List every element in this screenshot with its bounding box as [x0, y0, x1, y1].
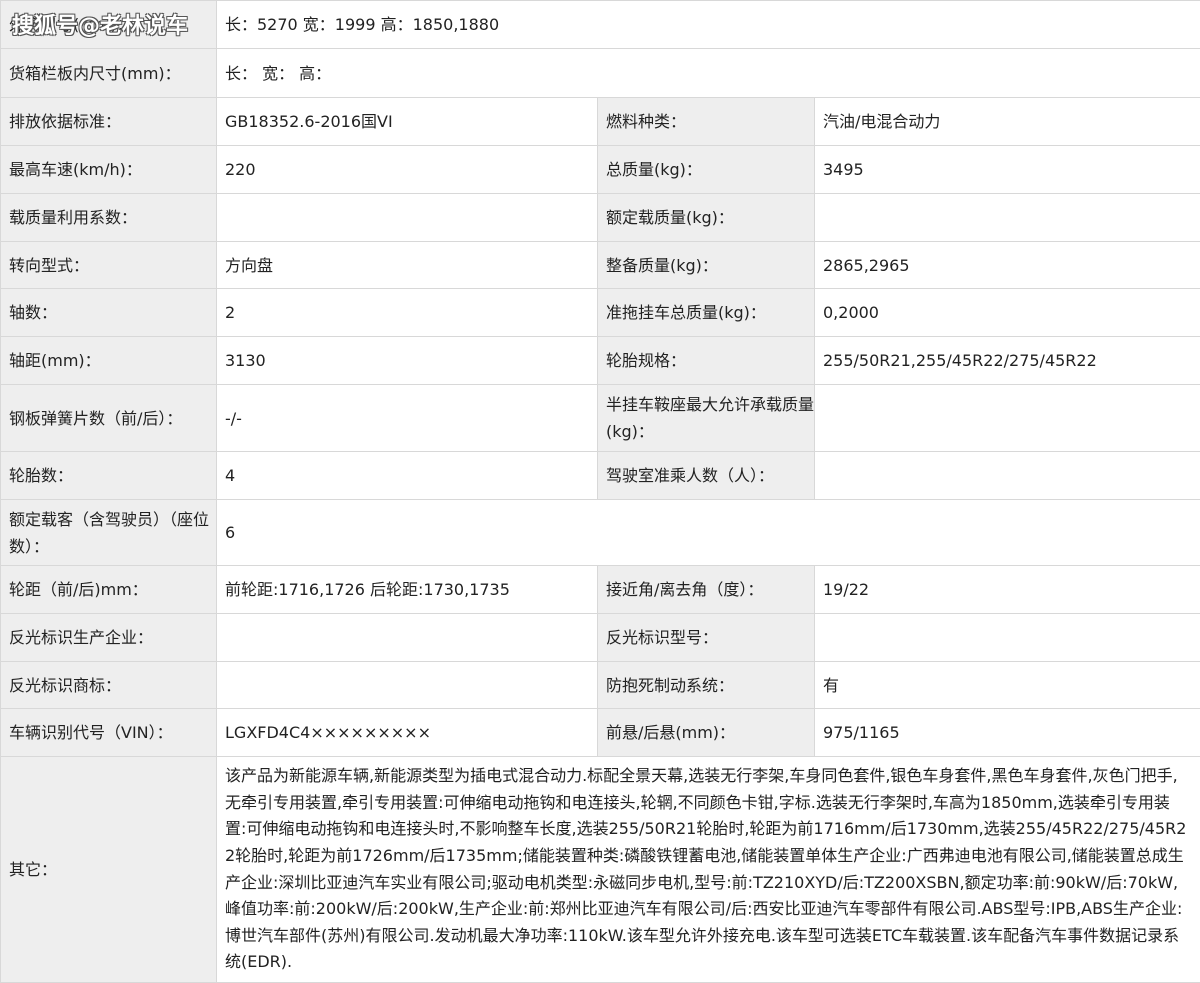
label-max-speed: 最高车速(km/h)： [1, 146, 217, 194]
value-reflect-model [815, 614, 1200, 662]
row-tires: 轮胎数： 4 驾驶室准乘人数（人）： [1, 452, 1200, 500]
value-vin: LGXFD4C4××××××××× [217, 709, 598, 757]
value-load-coef [217, 194, 598, 242]
value-emission: GB18352.6-2016国VI [217, 98, 598, 146]
value-springs: -/- [217, 385, 598, 452]
label-seats: 额定载客（含驾驶员）（座位数）： [1, 500, 217, 566]
label-reflect-brand: 反光标识商标： [1, 662, 217, 709]
value-overhang: 975/1165 [815, 709, 1200, 757]
row-reflect-brand: 反光标识商标： 防抱死制动系统： 有 [1, 662, 1200, 709]
row-speed: 最高车速(km/h)： 220 总质量(kg)： 3495 [1, 146, 1200, 194]
label-springs: 钢板弹簧片数（前/后）： [1, 385, 217, 452]
value-cargo-size: 长： 宽： 高： [217, 49, 1200, 98]
label-reflect-model: 反光标识型号： [598, 614, 815, 662]
row-load-coef: 载质量利用系数： 额定载质量(kg)： [1, 194, 1200, 242]
label-other: 其它： [1, 757, 217, 983]
row-seats: 额定载客（含驾驶员）（座位数）： 6 [1, 500, 1200, 566]
row-reflect-maker: 反光标识生产企业： 反光标识型号： [1, 614, 1200, 662]
row-cargo-size: 货箱栏板内尺寸(mm)： 长： 宽： 高： [1, 49, 1200, 98]
value-trailer-mass: 0,2000 [815, 289, 1200, 337]
value-seats: 6 [217, 500, 1200, 566]
label-angles: 接近角/离去角（度）： [598, 566, 815, 614]
value-saddle-load [815, 385, 1200, 452]
value-cab-capacity [815, 452, 1200, 500]
label-vin: 车辆识别代号（VIN）： [1, 709, 217, 757]
value-total-mass: 3495 [815, 146, 1200, 194]
value-tire-count: 4 [217, 452, 598, 500]
value-outer-size: 长：5270 宽：1999 高：1850,1880 [217, 1, 1200, 49]
row-springs: 钢板弹簧片数（前/后）： -/- 半挂车鞍座最大允许承载质量(kg)： [1, 385, 1200, 452]
value-reflect-brand [217, 662, 598, 709]
label-fuel-type: 燃料种类： [598, 98, 815, 146]
row-axles: 轴数： 2 准拖挂车总质量(kg)： 0,2000 [1, 289, 1200, 337]
value-fuel-type: 汽油/电混合动力 [815, 98, 1200, 146]
label-load-coef: 载质量利用系数： [1, 194, 217, 242]
label-axles: 轴数： [1, 289, 217, 337]
label-reflect-maker: 反光标识生产企业： [1, 614, 217, 662]
row-vin: 车辆识别代号（VIN）： LGXFD4C4××××××××× 前悬/后悬(mm)… [1, 709, 1200, 757]
label-cab-capacity: 驾驶室准乘人数（人）： [598, 452, 815, 500]
value-rated-load [815, 194, 1200, 242]
label-track: 轮距（前/后)mm： [1, 566, 217, 614]
row-other: 其它： 该产品为新能源车辆,新能源类型为插电式混合动力.标配全景天幕,选装无行李… [1, 757, 1200, 983]
value-other: 该产品为新能源车辆,新能源类型为插电式混合动力.标配全景天幕,选装无行李架,车身… [217, 757, 1200, 983]
label-curb-mass: 整备质量(kg)： [598, 242, 815, 289]
label-tire-spec: 轮胎规格： [598, 337, 815, 385]
value-curb-mass: 2865,2965 [815, 242, 1200, 289]
label-steering: 转向型式： [1, 242, 217, 289]
label-saddle-load: 半挂车鞍座最大允许承载质量(kg)： [598, 385, 815, 452]
label-cargo-size: 货箱栏板内尺寸(mm)： [1, 49, 217, 98]
value-angles: 19/22 [815, 566, 1200, 614]
row-steering: 转向型式： 方向盘 整备质量(kg)： 2865,2965 [1, 242, 1200, 289]
value-reflect-maker [217, 614, 598, 662]
value-tire-spec: 255/50R21,255/45R22/275/45R22 [815, 337, 1200, 385]
label-rated-load: 额定载质量(kg)： [598, 194, 815, 242]
value-steering: 方向盘 [217, 242, 598, 289]
label-emission: 排放依据标准： [1, 98, 217, 146]
row-emission: 排放依据标准： GB18352.6-2016国VI 燃料种类： 汽油/电混合动力 [1, 98, 1200, 146]
value-track: 前轮距:1716,1726 后轮距:1730,1735 [217, 566, 598, 614]
value-wheelbase: 3130 [217, 337, 598, 385]
value-abs: 有 [815, 662, 1200, 709]
label-overhang: 前悬/后悬(mm)： [598, 709, 815, 757]
row-outer-size: 外廓尺寸(mm)： 长：5270 宽：1999 高：1850,1880 [1, 1, 1200, 49]
label-tire-count: 轮胎数： [1, 452, 217, 500]
label-trailer-mass: 准拖挂车总质量(kg)： [598, 289, 815, 337]
label-abs: 防抱死制动系统： [598, 662, 815, 709]
row-track: 轮距（前/后)mm： 前轮距:1716,1726 后轮距:1730,1735 接… [1, 566, 1200, 614]
value-max-speed: 220 [217, 146, 598, 194]
label-outer-size: 外廓尺寸(mm)： [1, 1, 217, 49]
value-axles: 2 [217, 289, 598, 337]
label-wheelbase: 轴距(mm)： [1, 337, 217, 385]
label-total-mass: 总质量(kg)： [598, 146, 815, 194]
vehicle-spec-table: 外廓尺寸(mm)： 长：5270 宽：1999 高：1850,1880 货箱栏板… [0, 0, 1200, 983]
row-wheelbase: 轴距(mm)： 3130 轮胎规格： 255/50R21,255/45R22/2… [1, 337, 1200, 385]
